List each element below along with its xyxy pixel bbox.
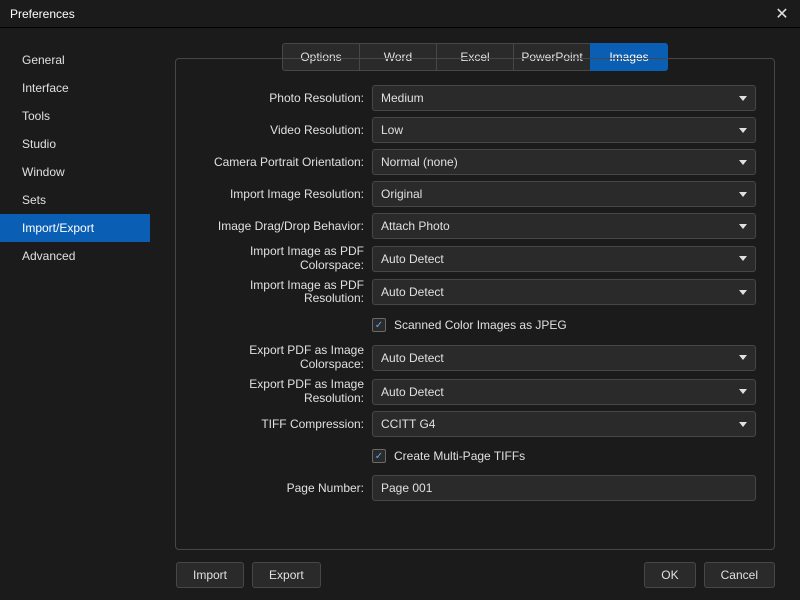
main-area: Options Word Excel PowerPoint Images Pho… xyxy=(150,28,800,550)
sidebar-item-interface[interactable]: Interface xyxy=(0,74,150,102)
select-image-drag-drop-behavior[interactable]: Attach Photo xyxy=(372,213,756,239)
checkbox-label: Create Multi-Page TIFFs xyxy=(394,449,525,463)
ok-button[interactable]: OK xyxy=(644,562,695,588)
sidebar-item-label: Sets xyxy=(22,193,46,207)
sidebar-item-label: General xyxy=(22,53,65,67)
row-page-number: Page Number: Page 001 xyxy=(194,475,756,501)
select-value: Medium xyxy=(381,91,424,105)
label-import-image-resolution: Import Image Resolution: xyxy=(194,187,372,201)
row-scanned-color-images-jpeg: ✓ Scanned Color Images as JPEG xyxy=(194,312,756,338)
row-import-image-resolution: Import Image Resolution: Original xyxy=(194,181,756,207)
button-label: Import xyxy=(193,568,227,582)
row-export-pdf-image-colorspace: Export PDF as Image Colorspace: Auto Det… xyxy=(194,344,756,372)
sidebar-item-window[interactable]: Window xyxy=(0,158,150,186)
chevron-down-icon xyxy=(739,128,747,133)
select-import-image-pdf-colorspace[interactable]: Auto Detect xyxy=(372,246,756,272)
chevron-down-icon xyxy=(739,355,747,360)
sidebar: General Interface Tools Studio Window Se… xyxy=(0,28,150,550)
sidebar-item-label: Advanced xyxy=(22,249,75,263)
label-photo-resolution: Photo Resolution: xyxy=(194,91,372,105)
cancel-button[interactable]: Cancel xyxy=(704,562,775,588)
label-page-number: Page Number: xyxy=(194,481,372,495)
settings-panel: Photo Resolution: Medium Video Resolutio… xyxy=(175,58,775,550)
button-label: OK xyxy=(661,568,678,582)
sidebar-item-advanced[interactable]: Advanced xyxy=(0,242,150,270)
sidebar-item-import-export[interactable]: Import/Export xyxy=(0,214,150,242)
export-button[interactable]: Export xyxy=(252,562,321,588)
row-create-multipage-tiffs: ✓ Create Multi-Page TIFFs xyxy=(194,443,756,469)
row-camera-portrait-orientation: Camera Portrait Orientation: Normal (non… xyxy=(194,149,756,175)
select-video-resolution[interactable]: Low xyxy=(372,117,756,143)
label-tiff-compression: TIFF Compression: xyxy=(194,417,372,431)
checkbox-scanned-color-images-jpeg[interactable]: ✓ xyxy=(372,318,386,332)
select-value: Attach Photo xyxy=(381,219,450,233)
select-value: Normal (none) xyxy=(381,155,458,169)
chevron-down-icon xyxy=(739,96,747,101)
select-export-pdf-image-resolution[interactable]: Auto Detect xyxy=(372,379,756,405)
chevron-down-icon xyxy=(739,160,747,165)
select-value: CCITT G4 xyxy=(381,417,435,431)
input-value: Page 001 xyxy=(381,481,432,495)
chevron-down-icon xyxy=(739,290,747,295)
sidebar-item-general[interactable]: General xyxy=(0,46,150,74)
label-video-resolution: Video Resolution: xyxy=(194,123,372,137)
select-export-pdf-image-colorspace[interactable]: Auto Detect xyxy=(372,345,756,371)
sidebar-item-label: Window xyxy=(22,165,65,179)
checkbox-create-multipage-tiffs[interactable]: ✓ xyxy=(372,449,386,463)
select-value: Auto Detect xyxy=(381,285,444,299)
checkbox-label: Scanned Color Images as JPEG xyxy=(394,318,567,332)
chevron-down-icon xyxy=(739,256,747,261)
chevron-down-icon xyxy=(739,422,747,427)
select-import-image-resolution[interactable]: Original xyxy=(372,181,756,207)
row-video-resolution: Video Resolution: Low xyxy=(194,117,756,143)
sidebar-item-studio[interactable]: Studio xyxy=(0,130,150,158)
select-value: Auto Detect xyxy=(381,351,444,365)
chevron-down-icon xyxy=(739,192,747,197)
label-import-image-pdf-colorspace: Import Image as PDF Colorspace: xyxy=(194,245,372,273)
sidebar-item-label: Tools xyxy=(22,109,50,123)
select-value: Auto Detect xyxy=(381,252,444,266)
dialog-body: General Interface Tools Studio Window Se… xyxy=(0,28,800,550)
close-icon[interactable]: ✕ xyxy=(774,4,790,24)
import-button[interactable]: Import xyxy=(176,562,244,588)
sidebar-item-sets[interactable]: Sets xyxy=(0,186,150,214)
titlebar: Preferences ✕ xyxy=(0,0,800,28)
label-camera-portrait-orientation: Camera Portrait Orientation: xyxy=(194,155,372,169)
label-image-drag-drop-behavior: Image Drag/Drop Behavior: xyxy=(194,219,372,233)
sidebar-item-label: Studio xyxy=(22,137,56,151)
select-value: Original xyxy=(381,187,422,201)
label-import-image-pdf-resolution: Import Image as PDF Resolution: xyxy=(194,279,372,307)
select-value: Auto Detect xyxy=(381,385,444,399)
row-photo-resolution: Photo Resolution: Medium xyxy=(194,85,756,111)
row-import-image-pdf-resolution: Import Image as PDF Resolution: Auto Det… xyxy=(194,279,756,307)
select-camera-portrait-orientation[interactable]: Normal (none) xyxy=(372,149,756,175)
select-tiff-compression[interactable]: CCITT G4 xyxy=(372,411,756,437)
button-label: Cancel xyxy=(721,568,758,582)
sidebar-item-tools[interactable]: Tools xyxy=(0,102,150,130)
button-label: Export xyxy=(269,568,304,582)
sidebar-item-label: Interface xyxy=(22,81,69,95)
select-import-image-pdf-resolution[interactable]: Auto Detect xyxy=(372,279,756,305)
select-value: Low xyxy=(381,123,403,137)
row-export-pdf-image-resolution: Export PDF as Image Resolution: Auto Det… xyxy=(194,378,756,406)
sidebar-item-label: Import/Export xyxy=(22,221,94,235)
window-title: Preferences xyxy=(10,7,75,21)
chevron-down-icon xyxy=(739,224,747,229)
chevron-down-icon xyxy=(739,389,747,394)
footer: Import Export OK Cancel xyxy=(0,550,800,600)
input-page-number[interactable]: Page 001 xyxy=(372,475,756,501)
select-photo-resolution[interactable]: Medium xyxy=(372,85,756,111)
row-tiff-compression: TIFF Compression: CCITT G4 xyxy=(194,411,756,437)
label-export-pdf-image-colorspace: Export PDF as Image Colorspace: xyxy=(194,344,372,372)
row-import-image-pdf-colorspace: Import Image as PDF Colorspace: Auto Det… xyxy=(194,245,756,273)
row-image-drag-drop-behavior: Image Drag/Drop Behavior: Attach Photo xyxy=(194,213,756,239)
label-export-pdf-image-resolution: Export PDF as Image Resolution: xyxy=(194,378,372,406)
